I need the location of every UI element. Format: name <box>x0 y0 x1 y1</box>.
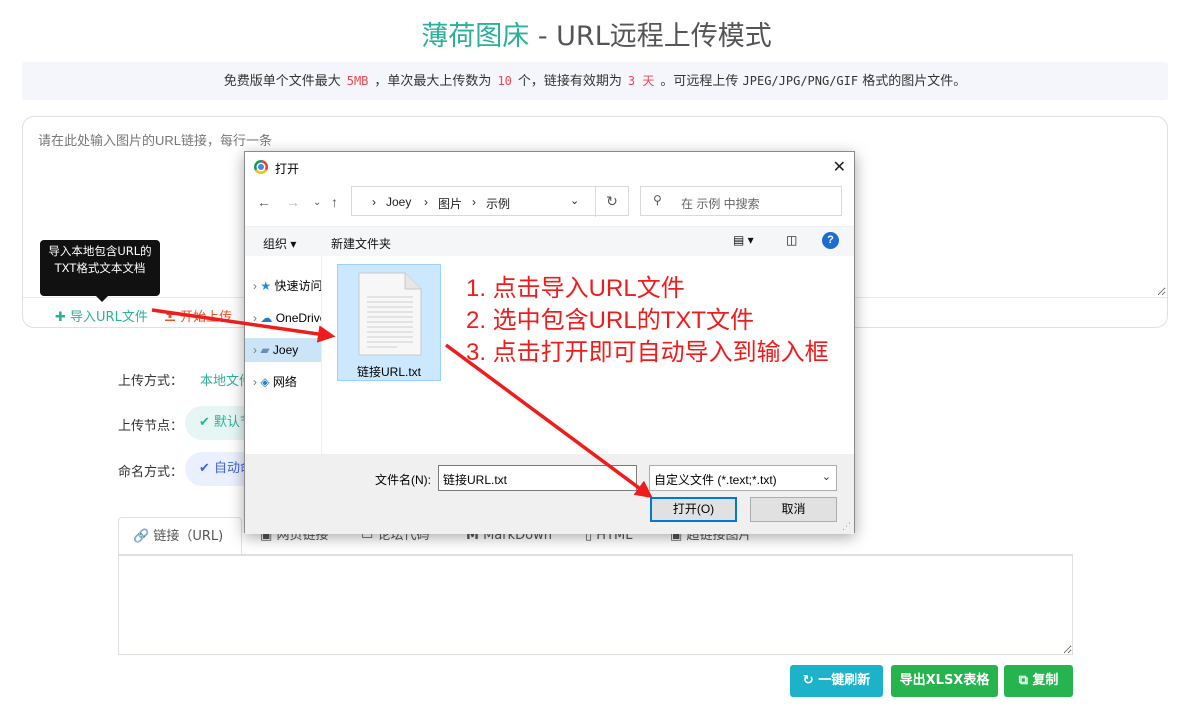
search-placeholder: 在 示例 中搜索 <box>681 197 760 211</box>
text-file-icon <box>358 272 422 356</box>
export-xlsx-button[interactable]: 导出XLSX表格 <box>891 665 998 697</box>
address-bar[interactable]: › Joey › 图片 › 示例 ⌄ ↻ <box>351 186 629 217</box>
back-arrow-icon[interactable]: ← <box>257 194 271 210</box>
notice-text: 个，链接有效期为 <box>517 74 622 89</box>
filetype-value: 自定义文件 (*.text;*.txt) <box>654 473 777 487</box>
annotation-step-2: 2. 选中包含URL的TXT文件 <box>466 307 755 334</box>
refresh-button[interactable]: ↻ 一键刷新 <box>790 665 883 697</box>
network-icon: ◈ <box>260 375 270 389</box>
filename-input[interactable]: 链接URL.txt <box>438 465 637 491</box>
file-item-link-url-txt[interactable]: 链接URL.txt <box>337 264 441 381</box>
import-url-file-label: 导入URL文件 <box>70 310 148 325</box>
close-icon[interactable]: ✕ <box>833 157 846 177</box>
tree-item-quick-access[interactable]: › ★ 快速访问 <box>245 274 321 298</box>
navigation-tree: › ★ 快速访问 › ☁ OneDrive › ▰ Joey › ◈ 网络 <box>245 256 322 454</box>
page-title: 薄荷图床 - URL远程上传模式 <box>0 14 1193 53</box>
dialog-footer: 文件名(N): 链接URL.txt 自定义文件 (*.text;*.txt) ⌄… <box>245 454 854 534</box>
file-name-label: 链接URL.txt <box>356 365 421 379</box>
page-subtitle: URL远程上传模式 <box>556 21 772 52</box>
view-options-icon[interactable]: ▤ ▾ <box>733 233 754 247</box>
max-count-value: 10 <box>497 74 512 88</box>
refresh-icon: ↻ <box>802 673 814 688</box>
tree-item-network[interactable]: › ◈ 网络 <box>245 370 321 394</box>
naming-label: 命名方式： <box>118 465 184 480</box>
address-dropdown-icon[interactable]: ⌄ <box>570 194 579 207</box>
upload-mode-label: 上传方式： <box>118 374 184 389</box>
resize-grip-icon[interactable]: ⋰ <box>842 521 851 532</box>
start-upload-label: 开始上传 <box>180 310 233 325</box>
star-icon: ★ <box>260 279 272 293</box>
plus-icon: ✚ <box>55 310 66 325</box>
breadcrumb-item[interactable]: 图片 <box>438 195 462 212</box>
filetype-select[interactable]: 自定义文件 (*.text;*.txt) ⌄ <box>649 465 837 491</box>
dialog-title: 打开 <box>275 162 300 176</box>
copy-label: 复制 <box>1032 673 1059 688</box>
breadcrumb-item[interactable]: Joey <box>386 195 411 209</box>
check-icon: ✔ <box>199 415 210 430</box>
refresh-label: 一键刷新 <box>818 673 871 688</box>
copy-button[interactable]: ⧉ 复制 <box>1004 665 1073 697</box>
tree-item-onedrive[interactable]: › ☁ OneDrive <box>245 306 321 330</box>
annotation-step-3: 3. 点击打开即可自动导入到输入框 <box>466 339 829 366</box>
upload-limits-notice: 免费版单个文件最大 5MB ，单次最大上传数为 10 个，链接有效期为 3 天。可远程上传… <box>22 62 1168 100</box>
preview-pane-icon[interactable]: ◫ <box>786 233 797 247</box>
search-icon: ⚲ <box>653 193 662 207</box>
notice-text: 。可远程上传 <box>660 74 739 89</box>
import-tooltip: 导入本地包含URL的TXT格式文本文档 <box>40 240 160 302</box>
tree-item-label: Joey <box>272 343 299 357</box>
notice-text: ，单次最大上传数为 <box>374 74 492 89</box>
import-url-file-button[interactable]: ✚ 导入URL文件 <box>55 306 148 325</box>
dialog-commandbar: 组织 ▾ 新建文件夹 ▤ ▾ ◫ ? <box>245 226 854 256</box>
forward-arrow-icon[interactable]: → <box>286 194 300 210</box>
dialog-titlebar: 打开 ✕ <box>245 152 854 182</box>
up-arrow-icon[interactable]: ↑ <box>331 194 338 210</box>
export-label: 导出XLSX表格 <box>899 673 990 688</box>
refresh-icon[interactable]: ↻ <box>595 187 628 217</box>
upload-node-label: 上传节点： <box>118 419 184 434</box>
chrome-icon <box>254 160 268 174</box>
chevron-down-icon: ⌄ <box>821 471 831 483</box>
breadcrumb-separator: › <box>424 195 428 209</box>
user-folder-icon: ▰ <box>260 343 270 357</box>
filename-label: 文件名(N): <box>375 473 431 487</box>
tree-item-label: 快速访问 <box>274 279 321 293</box>
link-icon: 🔗 <box>133 529 150 544</box>
folder-search-box[interactable]: ⚲ 在 示例 中搜索 <box>640 186 842 216</box>
organize-label: 组织 <box>263 237 288 251</box>
help-icon[interactable]: ? <box>822 232 839 249</box>
tree-item-label: OneDrive <box>275 311 321 325</box>
check-icon: ✔ <box>199 461 210 476</box>
start-upload-button[interactable]: 开始上传 <box>164 306 232 325</box>
breadcrumb-item[interactable]: 示例 <box>486 195 510 212</box>
organize-menu[interactable]: 组织 ▾ <box>263 235 296 252</box>
open-button[interactable]: 打开(O) <box>650 497 737 522</box>
formats-value: JPEG/JPG/PNG/GIF <box>742 74 859 88</box>
brand-name: 薄荷图床 <box>421 21 530 52</box>
tree-item-joey[interactable]: › ▰ Joey <box>245 338 321 362</box>
result-output[interactable] <box>118 555 1073 655</box>
recent-chevron-icon[interactable]: ⌄ <box>313 197 321 208</box>
breadcrumb-separator: › <box>372 195 376 209</box>
cancel-button[interactable]: 取消 <box>750 497 837 522</box>
copy-icon: ⧉ <box>1018 673 1028 688</box>
upload-icon <box>165 311 175 321</box>
annotation-step-1: 1. 点击导入URL文件 <box>466 275 685 302</box>
max-size-value: 5MB <box>346 74 369 88</box>
cloud-icon: ☁ <box>260 311 273 325</box>
tab-url[interactable]: 🔗 链接（URL) <box>118 517 242 555</box>
title-separator: - <box>529 21 557 52</box>
tree-item-label: 网络 <box>272 375 297 389</box>
notice-text: 格式的图片文件。 <box>862 74 967 89</box>
tab-label: 链接（URL) <box>153 529 224 544</box>
dialog-navbar: ← → ⌄ ↑ › Joey › 图片 › 示例 ⌄ ↻ ⚲ 在 示例 中搜索 <box>245 186 854 220</box>
notice-text: 免费版单个文件最大 <box>223 74 341 89</box>
breadcrumb-separator: › <box>472 195 476 209</box>
new-folder-button[interactable]: 新建文件夹 <box>331 235 391 252</box>
expire-value: 3 天 <box>627 74 655 88</box>
